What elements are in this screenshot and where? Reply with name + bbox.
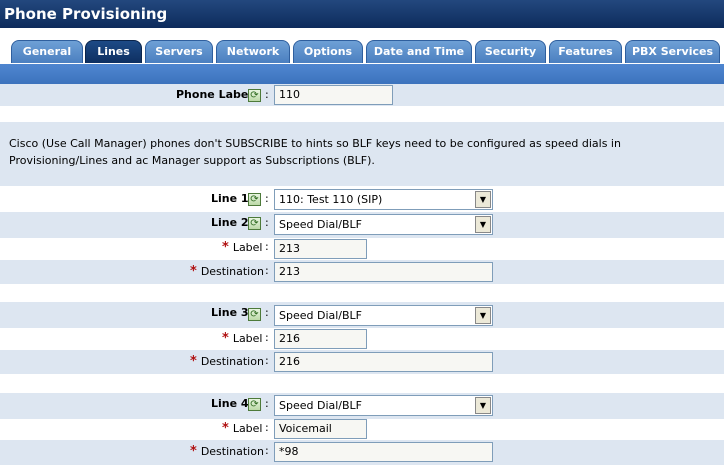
tab-servers[interactable]: Servers bbox=[145, 40, 213, 63]
chevron-down-icon[interactable]: ▼ bbox=[475, 216, 491, 233]
line-4-select[interactable]: Speed Dial/BLF ▼ bbox=[274, 395, 493, 416]
colon: : bbox=[265, 216, 269, 229]
line-2-select-value: Speed Dial/BLF bbox=[279, 218, 363, 231]
chevron-down-icon[interactable]: ▼ bbox=[475, 191, 491, 208]
line-1-select-value: 110: Test 110 (SIP) bbox=[279, 193, 383, 206]
tab-general[interactable]: General bbox=[11, 40, 83, 63]
required-star-icon: * bbox=[190, 354, 197, 369]
phone-label-label: Phone Label bbox=[176, 88, 253, 101]
colon: : bbox=[265, 306, 269, 319]
line-2-destination-label: * Destination bbox=[190, 264, 264, 279]
line-1-label: Line 1 bbox=[211, 192, 249, 205]
tab-features[interactable]: Features bbox=[549, 40, 622, 63]
line-3-label: Line 3 bbox=[211, 306, 249, 319]
line-4-select-value: Speed Dial/BLF bbox=[279, 399, 363, 412]
colon: : bbox=[265, 421, 269, 434]
tab-security[interactable]: Security bbox=[475, 40, 546, 63]
label-text: Label bbox=[232, 422, 263, 435]
tab-pbx-services[interactable]: PBX Services bbox=[625, 40, 720, 63]
required-star-icon: * bbox=[222, 240, 229, 255]
required-star-icon: * bbox=[222, 421, 229, 436]
line-2-destination-input[interactable]: 213 bbox=[274, 262, 493, 282]
refresh-icon[interactable]: ⟳ bbox=[248, 217, 261, 230]
tab-date-and-time[interactable]: Date and Time bbox=[366, 40, 472, 63]
refresh-icon[interactable]: ⟳ bbox=[248, 398, 261, 411]
colon: : bbox=[265, 397, 269, 410]
line-3-select-value: Speed Dial/BLF bbox=[279, 309, 363, 322]
colon: : bbox=[265, 240, 269, 253]
tab-options[interactable]: Options bbox=[293, 40, 363, 63]
chevron-down-icon[interactable]: ▼ bbox=[475, 307, 491, 324]
tab-network[interactable]: Network bbox=[216, 40, 290, 63]
line-4-label-input[interactable]: Voicemail bbox=[274, 419, 367, 439]
line-2-select[interactable]: Speed Dial/BLF ▼ bbox=[274, 214, 493, 235]
line-4-destination-label: * Destination bbox=[190, 444, 264, 459]
required-star-icon: * bbox=[190, 444, 197, 459]
required-star-icon: * bbox=[222, 331, 229, 346]
destination-text: Destination bbox=[200, 445, 264, 458]
window-title: Phone Provisioning bbox=[0, 0, 724, 28]
line-3-select[interactable]: Speed Dial/BLF ▼ bbox=[274, 305, 493, 326]
colon: : bbox=[265, 88, 269, 101]
refresh-icon[interactable]: ⟳ bbox=[248, 89, 261, 102]
tab-lines[interactable]: Lines bbox=[85, 40, 142, 63]
destination-text: Destination bbox=[200, 265, 264, 278]
refresh-icon[interactable]: ⟳ bbox=[248, 308, 261, 321]
line-4-destination-input[interactable]: *98 bbox=[274, 442, 493, 462]
line-1-select[interactable]: 110: Test 110 (SIP) ▼ bbox=[274, 189, 493, 210]
colon: : bbox=[265, 444, 269, 457]
blf-notice: Cisco (Use Call Manager) phones don't SU… bbox=[0, 122, 724, 186]
colon: : bbox=[265, 192, 269, 205]
tab-content-bar bbox=[0, 64, 724, 84]
phone-label-input[interactable]: 110 bbox=[274, 85, 393, 105]
line-3-destination-label: * Destination bbox=[190, 354, 264, 369]
line-2-label-field-label: * Label bbox=[222, 240, 263, 255]
line-3-label-input[interactable]: 216 bbox=[274, 329, 367, 349]
line-2-label-input[interactable]: 213 bbox=[274, 239, 367, 259]
line-4-label: Line 4 bbox=[211, 397, 249, 410]
chevron-down-icon[interactable]: ▼ bbox=[475, 397, 491, 414]
line-3-label-field-label: * Label bbox=[222, 331, 263, 346]
line-2-label: Line 2 bbox=[211, 216, 249, 229]
refresh-icon[interactable]: ⟳ bbox=[248, 193, 261, 206]
colon: : bbox=[265, 264, 269, 277]
line-3-destination-input[interactable]: 216 bbox=[274, 352, 493, 372]
line-4-label-field-label: * Label bbox=[222, 421, 263, 436]
colon: : bbox=[265, 331, 269, 344]
tab-bar: General Lines Servers Network Options Da… bbox=[0, 28, 724, 65]
label-text: Label bbox=[232, 241, 263, 254]
label-text: Label bbox=[232, 332, 263, 345]
required-star-icon: * bbox=[190, 264, 197, 279]
colon: : bbox=[265, 354, 269, 367]
destination-text: Destination bbox=[200, 355, 264, 368]
